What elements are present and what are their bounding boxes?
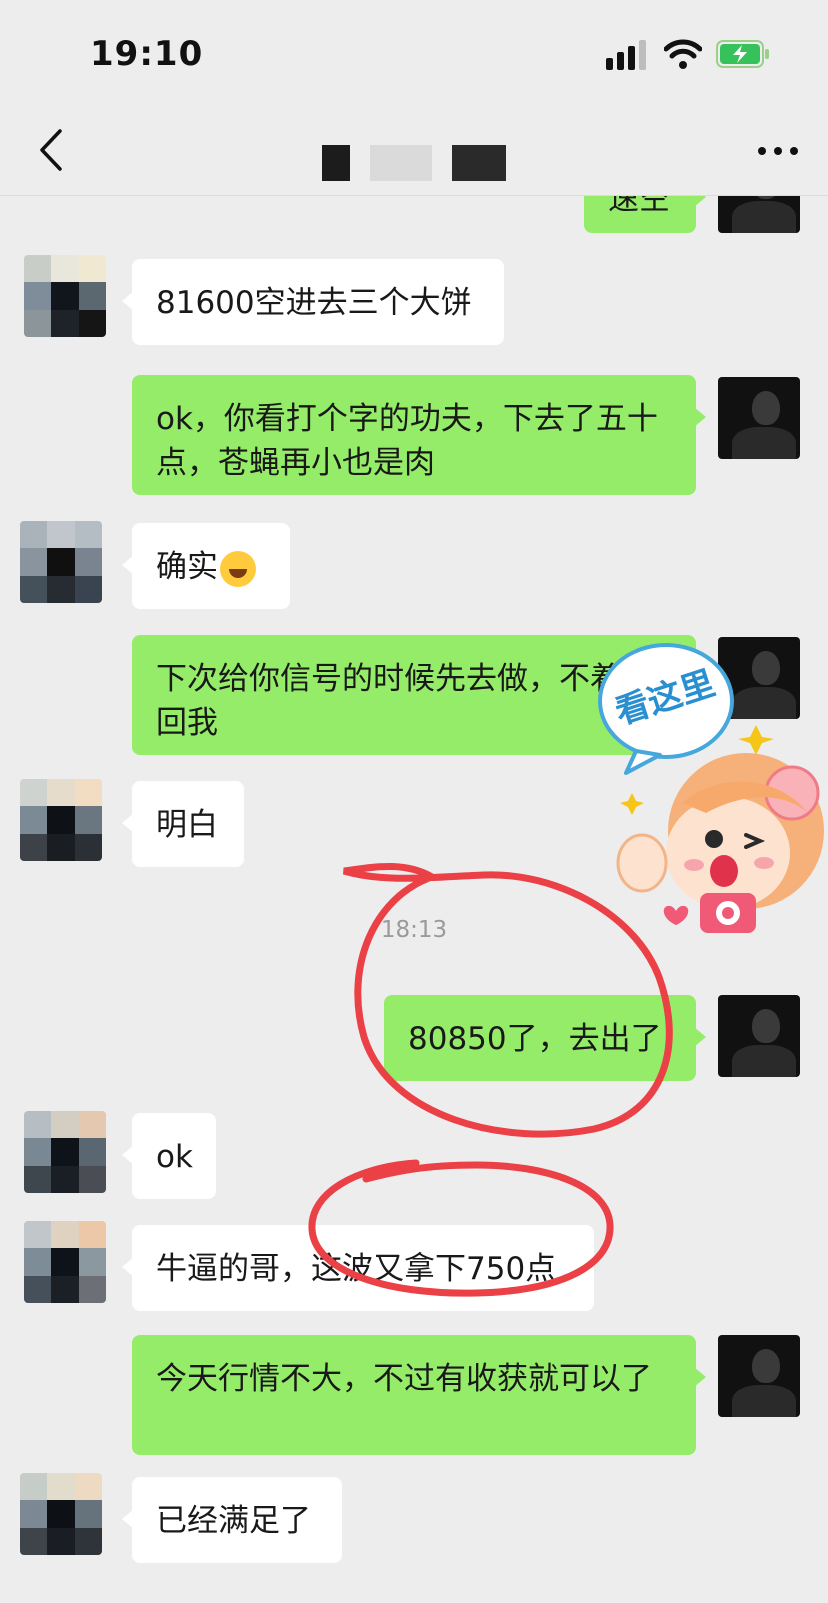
contact-avatar-blurred[interactable]: [20, 779, 102, 861]
nav-bar: [0, 105, 828, 196]
self-avatar[interactable]: [718, 1335, 800, 1417]
self-avatar[interactable]: [718, 195, 800, 233]
message-bubble-outgoing[interactable]: 今天行情不大，不过有收获就可以了: [132, 1335, 706, 1455]
chevron-left-icon[interactable]: [36, 127, 66, 173]
ellipsis-icon[interactable]: [756, 145, 800, 157]
contact-avatar-blurred[interactable]: [20, 1473, 102, 1555]
cartoon-girl-camera-sticker: 看这里: [598, 643, 824, 933]
cellular-signal-icon: [606, 40, 646, 70]
crying-laughing-emoji-icon: [220, 550, 256, 587]
message-bubble-outgoing[interactable]: 速空: [584, 195, 706, 233]
message-bubble-incoming[interactable]: 81600空进去三个大饼: [122, 259, 504, 345]
battery-charging-icon: [716, 40, 769, 68]
self-avatar[interactable]: [718, 377, 800, 459]
chat-area[interactable]: 速空 81600空进去三个大饼 ok，你看打个字的功夫，下去了五十点，苍蝇再小也…: [0, 195, 828, 1603]
wifi-icon: [664, 39, 702, 69]
message-bubble-incoming[interactable]: 明白: [122, 781, 244, 867]
message-bubble-outgoing[interactable]: ok，你看打个字的功夫，下去了五十点，苍蝇再小也是肉: [132, 375, 706, 495]
message-bubble-incoming[interactable]: ok: [122, 1113, 216, 1199]
status-time: 19:10: [90, 34, 204, 74]
self-avatar[interactable]: [718, 995, 800, 1077]
contact-avatar-blurred[interactable]: [24, 1221, 106, 1303]
status-bar: 19:10: [0, 0, 828, 105]
contact-avatar-blurred[interactable]: [24, 1111, 106, 1193]
message-bubble-incoming[interactable]: 已经满足了: [122, 1477, 342, 1563]
contact-avatar-blurred[interactable]: [24, 255, 106, 337]
message-bubble-incoming[interactable]: 确实: [122, 523, 290, 609]
contact-avatar-blurred[interactable]: [20, 521, 102, 603]
red-annotation-circle: [308, 1159, 614, 1297]
